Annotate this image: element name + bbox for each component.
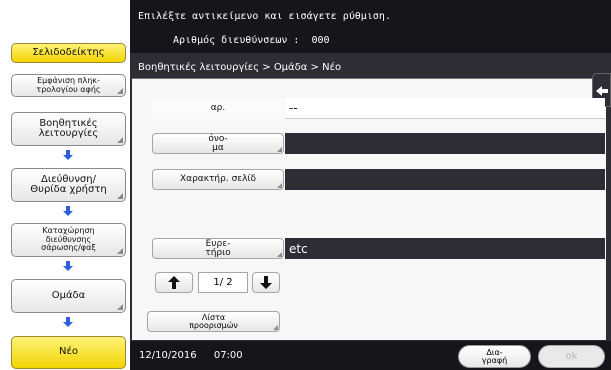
keypad-display-button[interactable]: Εμφάνιση πληκ- τρολογίου αφής xyxy=(11,74,126,97)
keypad-display-label: Εμφάνιση πληκ- τρολογίου αφής xyxy=(36,76,101,94)
date: 12/10/2016 xyxy=(139,350,197,361)
page-down-button[interactable] xyxy=(252,272,280,293)
nav-utility-button[interactable]: Βοηθητικές λειτουργίες xyxy=(11,112,126,146)
number-label-text: αρ. xyxy=(210,103,226,114)
arrow-down-icon xyxy=(63,206,73,216)
time: 07:00 xyxy=(213,350,243,361)
address-count-value: 000 xyxy=(311,35,330,46)
arrow-down-icon xyxy=(63,317,73,327)
number-label: αρ. xyxy=(152,98,284,119)
page-up-button[interactable] xyxy=(155,272,193,293)
destination-list-label: Λίστα προορισμών xyxy=(189,312,238,330)
destination-list-button[interactable]: Λίστα προορισμών xyxy=(147,311,280,332)
left-nav: Σελιδοδείκτης Εμφάνιση πληκ- τρολογίου α… xyxy=(0,0,130,370)
breadcrumb: Βοηθητικές λειτουργίες > Ομάδα > Νέο xyxy=(138,62,342,73)
bookmark-label: Σελιδοδείκτης xyxy=(32,46,105,58)
index-field[interactable]: etc xyxy=(285,238,605,259)
nav-address-user-box-button[interactable]: Διεύθυνση/ Θυρίδα χρήστη xyxy=(11,168,126,202)
char-page-field[interactable] xyxy=(285,169,605,190)
delete-button[interactable]: Δια- γραφή xyxy=(458,345,531,368)
date-time: 12/10/2016 07:00 xyxy=(139,350,243,361)
name-field[interactable] xyxy=(285,133,605,154)
index-label: Ευρε- τήριο xyxy=(205,238,231,258)
name-button[interactable]: όνο- μα xyxy=(152,133,284,154)
nav-dest-registration-button[interactable]: Καταχώρηση διεύθυνσης σάρωσης/φαξ xyxy=(11,223,126,257)
number-value: -- xyxy=(285,98,605,119)
nav-new-button[interactable]: Νέο xyxy=(11,336,126,369)
nav-group-button[interactable]: Ομάδα xyxy=(11,279,126,313)
arrow-left-icon xyxy=(596,86,608,96)
address-count-label: Αριθμός διευθύνσεων : xyxy=(173,35,300,46)
index-button[interactable]: Ευρε- τήριο xyxy=(152,238,284,259)
char-page-button[interactable]: Χαρακτήρ. σελίδ xyxy=(152,169,284,190)
instruction-text: Επιλέξτε αντικείμενο και εισάγετε ρύθμισ… xyxy=(138,11,391,22)
arrow-down-icon xyxy=(63,150,73,160)
ok-label: ok xyxy=(565,351,578,362)
ok-button[interactable]: ok xyxy=(538,345,605,368)
nav-utility-label: Βοηθητικές λειτουργίες xyxy=(38,117,99,139)
nav-new-label: Νέο xyxy=(58,346,78,358)
arrow-up-icon xyxy=(168,276,180,289)
arrow-down-icon xyxy=(63,261,73,271)
nav-address-user-box-label: Διεύθυνση/ Θυρίδα χρήστη xyxy=(30,173,107,195)
bookmark-button[interactable]: Σελιδοδείκτης xyxy=(11,43,126,63)
nav-dest-registration-label: Καταχώρηση διεύθυνσης σάρωσης/φαξ xyxy=(41,226,96,253)
nav-group-label: Ομάδα xyxy=(51,289,86,301)
delete-label: Δια- γραφή xyxy=(481,347,508,365)
char-page-label: Χαρακτήρ. σελίδ xyxy=(179,174,257,185)
arrow-down-icon xyxy=(260,276,272,289)
page-indicator: 1/ 2 xyxy=(198,272,248,293)
address-count: Αριθμός διευθύνσεων : 000 xyxy=(173,35,330,46)
name-label: όνο- μα xyxy=(208,133,228,153)
